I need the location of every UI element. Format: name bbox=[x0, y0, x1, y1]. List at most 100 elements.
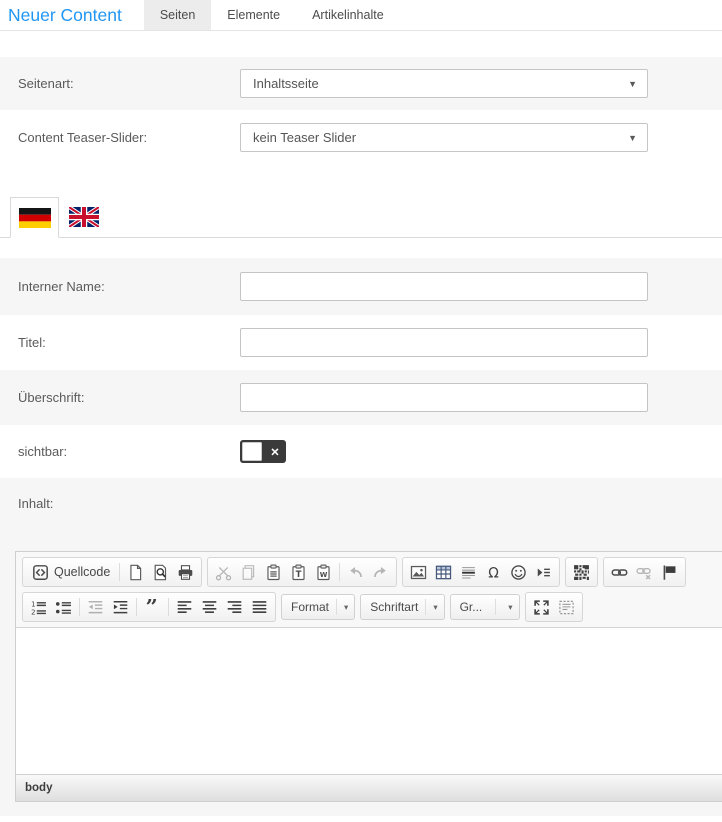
link-button[interactable] bbox=[607, 560, 632, 584]
bulleted-list-icon bbox=[55, 599, 72, 616]
smiley-icon bbox=[510, 564, 527, 581]
interner-name-input[interactable] bbox=[240, 272, 648, 301]
spacer bbox=[0, 816, 722, 822]
toolbar-group bbox=[603, 557, 687, 587]
editor-content-area[interactable] bbox=[16, 628, 722, 774]
align-justify-button[interactable] bbox=[247, 595, 272, 619]
seitenart-select-value: Inhaltsseite bbox=[253, 76, 319, 91]
caret-down-icon: ▼ bbox=[628, 132, 637, 143]
preview-button[interactable] bbox=[148, 560, 173, 584]
toolbar-group: Quellcode bbox=[22, 557, 203, 587]
tab-seiten[interactable]: Seiten bbox=[143, 0, 212, 30]
content-teaser-slider-select-value: kein Teaser Slider bbox=[253, 130, 357, 145]
ueberschrift-label: Überschrift: bbox=[18, 390, 85, 405]
cut-icon bbox=[215, 564, 232, 581]
sichtbar-label: sichtbar: bbox=[18, 444, 68, 459]
bulleted-list-button[interactable] bbox=[51, 595, 76, 619]
show-blocks-button[interactable] bbox=[554, 595, 579, 619]
align-left-button[interactable] bbox=[172, 595, 197, 619]
toolbar-group bbox=[207, 557, 398, 587]
rich-text-editor: Quellcode Format ▾ Schriftart ▾ Gr... ▾ body bbox=[15, 551, 722, 802]
paste-button[interactable] bbox=[261, 560, 286, 584]
numbered-list-button[interactable] bbox=[26, 595, 51, 619]
interner-name-label: Interner Name: bbox=[18, 279, 105, 294]
image-icon bbox=[410, 564, 427, 581]
element-path[interactable]: body bbox=[25, 782, 52, 794]
titel-label: Titel: bbox=[18, 335, 46, 350]
qr-code-icon bbox=[573, 564, 590, 581]
german-flag-icon bbox=[18, 207, 51, 228]
indent-button[interactable] bbox=[108, 595, 133, 619]
link-icon bbox=[611, 564, 628, 581]
content-teaser-slider-select[interactable]: kein Teaser Slider ▼ bbox=[240, 123, 648, 152]
toolbar-separator bbox=[339, 563, 341, 581]
new-page-icon bbox=[127, 564, 144, 581]
blockquote-button[interactable] bbox=[140, 595, 165, 619]
sichtbar-toggle[interactable]: × bbox=[240, 440, 286, 463]
insert-template-icon bbox=[535, 564, 552, 581]
row-titel: Titel: bbox=[0, 315, 722, 370]
align-justify-icon bbox=[251, 599, 268, 616]
special-char-button[interactable] bbox=[481, 560, 506, 584]
maximize-button[interactable] bbox=[529, 595, 554, 619]
print-button[interactable] bbox=[173, 560, 198, 584]
smiley-button[interactable] bbox=[506, 560, 531, 584]
uk-flag-icon bbox=[68, 206, 99, 227]
header: Neuer Content Seiten Elemente Artikelinh… bbox=[0, 0, 722, 31]
combo-separator bbox=[494, 599, 496, 615]
indent-icon bbox=[112, 599, 129, 616]
combo-separator bbox=[336, 599, 338, 615]
tab-artikelinhalte[interactable]: Artikelinhalte bbox=[296, 0, 400, 30]
print-icon bbox=[177, 564, 194, 581]
preview-icon bbox=[152, 564, 169, 581]
content-editor-page: Neuer Content Seiten Elemente Artikelinh… bbox=[0, 0, 722, 822]
image-button[interactable] bbox=[406, 560, 431, 584]
editor-toolbar: Quellcode Format ▾ Schriftart ▾ Gr... ▾ bbox=[16, 552, 722, 628]
insert-template-button[interactable] bbox=[531, 560, 556, 584]
toolbar-group bbox=[524, 592, 583, 622]
inhalt-label: Inhalt: bbox=[18, 496, 54, 511]
language-tab-german[interactable] bbox=[10, 197, 59, 238]
align-left-icon bbox=[176, 599, 193, 616]
format-combo-label: Format bbox=[291, 600, 330, 614]
schriftart-combo[interactable]: Schriftart ▾ bbox=[360, 594, 445, 620]
combo-separator bbox=[425, 599, 427, 615]
tab-elemente[interactable]: Elemente bbox=[211, 0, 296, 30]
copy-button bbox=[236, 560, 261, 584]
groesse-combo-label: Gr... bbox=[459, 600, 483, 614]
chevron-down-icon: ▾ bbox=[433, 601, 438, 612]
special-char-icon bbox=[485, 564, 502, 581]
top-tabs: Seiten Elemente Artikelinhalte bbox=[143, 0, 400, 30]
align-right-button[interactable] bbox=[222, 595, 247, 619]
source-button-label: Quellcode bbox=[54, 565, 111, 579]
show-blocks-icon bbox=[558, 599, 575, 616]
align-center-button[interactable] bbox=[197, 595, 222, 619]
horizontal-rule-button[interactable] bbox=[456, 560, 481, 584]
content-teaser-slider-label: Content Teaser-Slider: bbox=[18, 130, 148, 145]
page-title: Neuer Content bbox=[8, 4, 122, 25]
toolbar-separator bbox=[136, 598, 137, 616]
toggle-off-icon: × bbox=[270, 443, 279, 460]
undo-icon bbox=[347, 564, 364, 581]
outdent-icon bbox=[87, 599, 104, 616]
align-right-icon bbox=[226, 599, 243, 616]
seitenart-select[interactable]: Inhaltsseite ▼ bbox=[240, 69, 648, 98]
new-page-button[interactable] bbox=[123, 560, 148, 584]
redo-icon bbox=[372, 564, 389, 581]
toggle-knob[interactable] bbox=[242, 442, 262, 461]
paste-text-icon bbox=[290, 564, 307, 581]
titel-input[interactable] bbox=[240, 328, 648, 357]
source-button[interactable]: Quellcode bbox=[26, 560, 116, 584]
paste-word-button[interactable] bbox=[311, 560, 336, 584]
groesse-combo[interactable]: Gr... ▾ bbox=[449, 594, 520, 620]
table-button[interactable] bbox=[431, 560, 456, 584]
toolbar-group bbox=[22, 592, 276, 622]
language-tab-english[interactable] bbox=[59, 196, 108, 237]
ueberschrift-input[interactable] bbox=[240, 383, 648, 412]
qr-code-button[interactable] bbox=[569, 560, 594, 584]
anchor-flag-button[interactable] bbox=[657, 560, 682, 584]
format-combo[interactable]: Format ▾ bbox=[281, 594, 356, 620]
caret-down-icon: ▼ bbox=[628, 78, 637, 89]
paste-text-button[interactable] bbox=[286, 560, 311, 584]
row-sichtbar: sichtbar: × bbox=[0, 425, 722, 478]
